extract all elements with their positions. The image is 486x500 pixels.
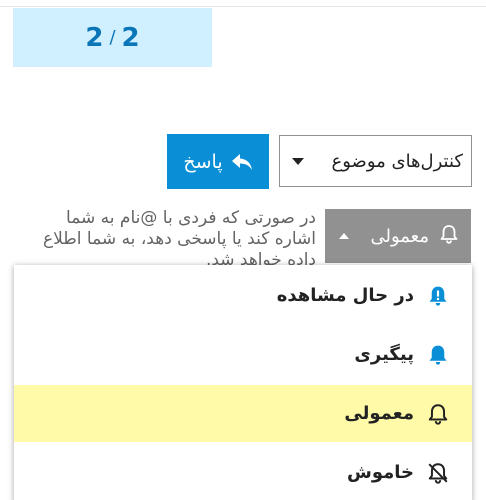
reply-button[interactable]: پاسخ (167, 134, 269, 189)
caret-down-icon (292, 157, 304, 165)
notification-option-regular[interactable]: معمولی (14, 385, 472, 442)
option-label: پیگیری (354, 344, 414, 365)
divider (0, 6, 486, 7)
notification-level-label: معمولی (370, 225, 429, 247)
option-label: در حال مشاهده (276, 285, 414, 306)
bell-exclamation-icon (426, 284, 450, 308)
bell-outline-icon (426, 402, 450, 426)
reply-button-label: پاسخ (183, 150, 223, 173)
option-label: خاموش (347, 462, 414, 483)
notification-description: در صورتی که فردی با @نام به شما اشاره کن… (42, 208, 316, 268)
bell-icon (426, 343, 450, 367)
notification-option-watching[interactable]: در حال مشاهده (14, 267, 472, 324)
reply-icon (231, 153, 253, 171)
bell-slash-icon (426, 461, 450, 485)
caret-up-icon (339, 233, 349, 239)
topic-progress[interactable]: 2 / 2 (13, 8, 212, 67)
notification-option-muted[interactable]: خاموش (14, 444, 472, 500)
topic-footer: 2 / 2 کنترل‌های موضوع پاسخ معمولی در صور… (0, 0, 486, 500)
topic-controls-label: کنترل‌های موضوع (331, 150, 464, 172)
notification-level-button[interactable]: معمولی (325, 209, 471, 263)
progress-separator: / (109, 27, 116, 48)
progress-current: 2 (85, 22, 104, 53)
option-label: معمولی (344, 403, 414, 424)
bell-outline-icon (439, 224, 459, 249)
notification-option-tracking[interactable]: پیگیری (14, 326, 472, 383)
topic-controls-dropdown[interactable]: کنترل‌های موضوع (279, 135, 472, 187)
notification-options-menu: در حال مشاهده پیگیری معمولی خاموش (14, 265, 472, 500)
progress-total: 2 (121, 22, 140, 53)
